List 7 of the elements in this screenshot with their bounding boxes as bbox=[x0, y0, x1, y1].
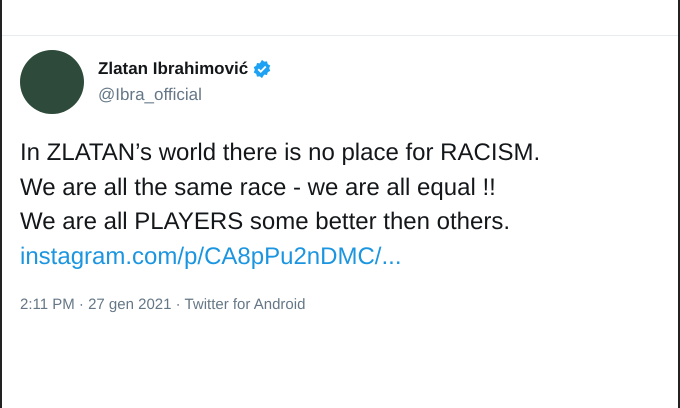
tweet-text-line: We are all PLAYERS some better then others. bbox=[20, 207, 512, 237]
author-handle[interactable]: @Ibra_official bbox=[98, 85, 272, 105]
tweet-text-line: In ZLATAN’s world there is no place for RACISM. bbox=[20, 138, 542, 168]
tweet-link[interactable]: instagram.com/p/CA8pPu2nDMC/... bbox=[20, 240, 660, 274]
tweet-text-line: We are all the same race - we are all equal !! bbox=[20, 172, 497, 202]
tweet-timestamp[interactable]: 2:11 PM · 27 gen 2021 · Twitter for Android bbox=[2, 274, 678, 313]
author-name[interactable]: Zlatan Ibrahimović bbox=[98, 59, 248, 79]
